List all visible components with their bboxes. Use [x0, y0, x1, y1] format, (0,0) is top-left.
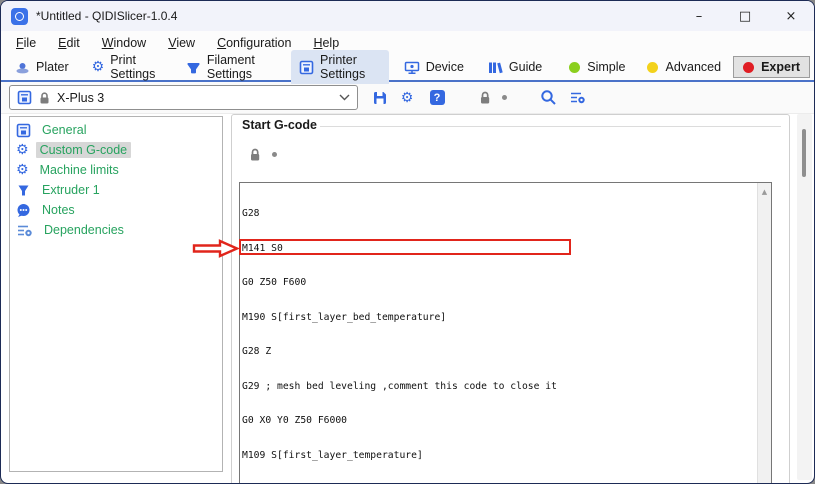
gear-icon: ⚙: [16, 143, 29, 157]
chevron-down-icon: [339, 94, 350, 101]
gcode-line: M141 S0: [242, 243, 755, 255]
tab-printer-settings[interactable]: Printer Settings: [291, 50, 389, 84]
modified-indicator-dot: [272, 152, 277, 157]
gcode-line: G28: [242, 208, 755, 220]
preset-toolbar: X-Plus 3 ⚙ ?: [1, 82, 814, 114]
mode-simple[interactable]: Simple: [559, 56, 635, 78]
save-preset-button[interactable]: [369, 87, 391, 109]
minimize-button[interactable]: –: [676, 1, 722, 31]
sidebar-item-machine-limits[interactable]: ⚙ Machine limits: [10, 160, 222, 180]
gcode-text: G28 M141 S0 G0 Z50 F600 M190 S[first_lay…: [240, 183, 757, 484]
window-title: *Untitled - QIDISlicer-1.0.4: [36, 9, 177, 23]
annotation-arrow-icon: [192, 239, 240, 258]
gcode-line-highlighted: G29 ; mesh bed leveling ,comment this co…: [242, 381, 755, 393]
plater-icon: [15, 60, 30, 75]
gear-icon: ⚙: [401, 91, 414, 105]
gear-icon: ⚙: [92, 60, 105, 74]
sidebar-item-custom-gcode[interactable]: ⚙ Custom G-code: [10, 140, 222, 160]
menu-edit[interactable]: Edit: [47, 34, 91, 52]
guide-icon: [487, 60, 503, 75]
mode-advanced[interactable]: Advanced: [637, 56, 731, 78]
sidebar-item-general[interactable]: General: [10, 120, 222, 140]
scroll-up-arrow-icon: ▲: [762, 188, 767, 484]
section-rule: [320, 126, 781, 127]
lock-toggle-button[interactable]: [474, 87, 496, 109]
menu-configuration[interactable]: Configuration: [206, 34, 302, 52]
tab-device[interactable]: Device: [396, 57, 472, 78]
expert-dot-icon: [743, 62, 754, 73]
gcode-line: G0 X0 Y0 Z50 F6000: [242, 415, 755, 427]
tab-print-settings[interactable]: ⚙ Print Settings: [84, 50, 171, 84]
maximize-button[interactable]: □: [722, 1, 768, 31]
sidebar-item-dependencies[interactable]: Dependencies: [10, 220, 222, 240]
preset-value: X-Plus 3: [57, 91, 104, 105]
search-icon: [540, 89, 557, 106]
section-title: Start G-code: [242, 118, 317, 132]
gcode-line: M190 S[first_layer_bed_temperature]: [242, 312, 755, 324]
option-state-row: [248, 147, 277, 162]
tab-filament-settings[interactable]: Filament Settings: [178, 50, 284, 84]
printer-icon: [17, 90, 32, 105]
scrollbar-thumb[interactable]: [802, 129, 806, 177]
custom-gcode-panel: Start G-code G28 M141 S0 G0 Z50 F600 M19…: [231, 114, 790, 484]
menu-help[interactable]: Help: [302, 34, 350, 52]
app-icon[interactable]: [11, 8, 28, 25]
start-gcode-textarea[interactable]: G28 M141 S0 G0 Z50 F600 M190 S[first_lay…: [239, 182, 772, 484]
gcode-line: M109 S[first_layer_temperature]: [242, 450, 755, 462]
settings-page-list: General ⚙ Custom G-code ⚙ Machine limits…: [9, 116, 223, 472]
menu-file[interactable]: File: [5, 34, 47, 52]
search-button[interactable]: [537, 87, 559, 109]
simple-dot-icon: [569, 62, 580, 73]
app-window: *Untitled - QIDISlicer-1.0.4 – □ × File …: [0, 0, 815, 484]
device-icon: [404, 60, 420, 75]
tab-plater[interactable]: Plater: [7, 57, 77, 78]
modified-indicator-dot: [502, 95, 507, 100]
funnel-icon: [16, 183, 31, 198]
save-icon: [372, 90, 388, 106]
sidebar-item-extruder-1[interactable]: Extruder 1: [10, 180, 222, 200]
mode-selector: Simple Advanced Expert: [557, 56, 810, 78]
lock-icon: [478, 90, 492, 105]
printer-icon: [299, 60, 314, 75]
panel-scrollbar[interactable]: [797, 114, 812, 480]
settings-list-icon: [569, 90, 586, 105]
tab-guide[interactable]: Guide: [479, 57, 550, 78]
mode-expert[interactable]: Expert: [733, 56, 810, 78]
close-button[interactable]: ×: [768, 1, 814, 31]
gear-icon: ⚙: [16, 163, 29, 177]
help-button[interactable]: ?: [426, 87, 448, 109]
lock-icon[interactable]: [248, 147, 262, 162]
compare-presets-button[interactable]: [566, 87, 588, 109]
textarea-scrollbar[interactable]: ▲: [757, 183, 771, 484]
menu-view[interactable]: View: [157, 34, 206, 52]
sidebar-item-notes[interactable]: Notes: [10, 200, 222, 220]
gcode-line: G28 Z: [242, 346, 755, 358]
advanced-dot-icon: [647, 62, 658, 73]
menu-window[interactable]: Window: [91, 34, 157, 52]
printer-icon: [16, 123, 31, 138]
notes-icon: [16, 203, 31, 218]
preset-settings-button[interactable]: ⚙: [396, 87, 418, 109]
dependencies-icon: [16, 223, 33, 238]
gcode-line: G0 Z50 F600: [242, 277, 755, 289]
title-bar: *Untitled - QIDISlicer-1.0.4 – □ ×: [1, 1, 814, 31]
window-controls: – □ ×: [676, 1, 814, 31]
tab-bar: Plater ⚙ Print Settings Filament Setting…: [1, 54, 814, 82]
help-icon: ?: [430, 90, 445, 105]
lock-icon: [38, 91, 51, 105]
filament-icon: [186, 60, 201, 75]
printer-preset-combobox[interactable]: X-Plus 3: [9, 85, 358, 110]
